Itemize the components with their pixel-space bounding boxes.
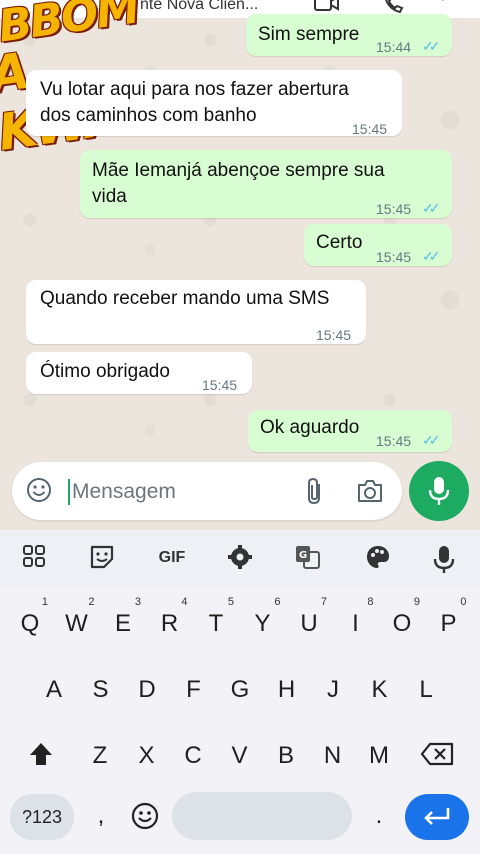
message-incoming[interactable]: Ótimo obrigado 15:45 xyxy=(26,352,252,394)
message-text: Mãe Iemanjá abençoe sempre sua vida xyxy=(92,160,385,207)
message-outgoing[interactable]: Certo 15:45 ✓✓ xyxy=(304,224,452,266)
key-r[interactable]: R4 xyxy=(149,596,191,648)
key-hint: 4 xyxy=(181,596,188,608)
comma-key[interactable]: , xyxy=(80,792,122,840)
key-hint: 2 xyxy=(88,596,95,608)
message-time: 15:45 xyxy=(376,433,412,449)
backspace-key[interactable] xyxy=(414,730,460,778)
message-text: Ok aguardo xyxy=(260,417,360,438)
message-incoming[interactable]: Vu lotar aqui para nos fazer abertura do… xyxy=(26,70,402,137)
key-v[interactable]: V xyxy=(219,732,261,780)
sticker-icon[interactable] xyxy=(88,544,116,572)
key-hint: 1 xyxy=(41,596,48,608)
soft-keyboard: GIF G Q1W2E3R4T5Y6U7I8O9P0 ASDFGHJKL ZXC… xyxy=(0,530,480,854)
message-outgoing[interactable]: Sim sempre 15:44 ✓✓ xyxy=(246,14,452,56)
contact-name[interactable]: nte Nova Clien... xyxy=(140,0,258,14)
key-i[interactable]: I8 xyxy=(335,596,377,648)
message-time: 15:45 xyxy=(316,327,352,343)
message-time: 15:45 xyxy=(352,121,388,137)
key-q[interactable]: Q1 xyxy=(9,596,51,648)
key-s[interactable]: S xyxy=(80,666,122,714)
voice-input-icon[interactable] xyxy=(426,541,462,577)
key-k[interactable]: K xyxy=(359,666,401,714)
message-text: Ótimo obrigado xyxy=(40,361,170,382)
key-t[interactable]: T5 xyxy=(195,596,237,648)
shift-key[interactable] xyxy=(20,730,62,778)
key-u[interactable]: U7 xyxy=(288,596,330,648)
emoji-key[interactable] xyxy=(124,792,166,840)
message-time: 15:45 xyxy=(202,377,238,393)
key-p[interactable]: P0 xyxy=(428,596,470,648)
key-h[interactable]: H xyxy=(266,666,308,714)
space-key[interactable] xyxy=(172,792,352,840)
message-time: 15:44 xyxy=(376,39,412,55)
key-f[interactable]: F xyxy=(173,666,215,714)
message-text: Quando receber mando uma SMS xyxy=(40,288,330,309)
key-hint: 6 xyxy=(274,596,281,608)
translate-icon[interactable]: G xyxy=(294,544,322,572)
key-j[interactable]: J xyxy=(312,666,354,714)
read-ticks-icon: ✓✓ xyxy=(422,38,441,54)
message-text: Vu lotar aqui para nos fazer abertura do… xyxy=(40,79,349,126)
message-input-bar[interactable]: Mensagem xyxy=(12,462,402,520)
enter-key[interactable] xyxy=(405,794,469,840)
key-hint: 8 xyxy=(367,596,374,608)
paperclip-icon[interactable] xyxy=(302,476,328,506)
key-hint: 7 xyxy=(320,596,327,608)
key-hint: 0 xyxy=(460,596,467,608)
read-ticks-icon: ✓✓ xyxy=(422,248,441,264)
period-key[interactable]: . xyxy=(358,792,400,840)
key-d[interactable]: D xyxy=(126,666,168,714)
settings-gear-icon[interactable] xyxy=(226,544,254,572)
read-ticks-icon: ✓✓ xyxy=(422,432,441,448)
emoji-icon[interactable] xyxy=(26,477,52,503)
key-w[interactable]: W2 xyxy=(56,596,98,648)
key-a[interactable]: A xyxy=(33,666,75,714)
apps-grid-icon[interactable] xyxy=(20,544,48,572)
key-hint: 5 xyxy=(227,596,234,608)
message-input[interactable]: Mensagem xyxy=(68,479,176,505)
read-ticks-icon: ✓✓ xyxy=(422,200,441,216)
message-text: Sim sempre xyxy=(258,24,360,45)
message-time: 15:45 xyxy=(376,201,412,217)
key-hint: 3 xyxy=(134,596,141,608)
gif-button[interactable]: GIF xyxy=(152,544,192,572)
key-n[interactable]: N xyxy=(312,732,354,780)
key-hint: 9 xyxy=(413,596,420,608)
mic-button[interactable] xyxy=(409,461,469,521)
key-l[interactable]: L xyxy=(405,666,447,714)
key-b[interactable]: B xyxy=(265,732,307,780)
symbols-key[interactable]: ?123 xyxy=(10,794,74,840)
message-text: Certo xyxy=(316,232,363,253)
key-x[interactable]: X xyxy=(126,732,168,780)
mic-icon xyxy=(428,477,450,505)
palette-icon[interactable] xyxy=(364,544,392,572)
svg-text:G: G xyxy=(299,550,307,561)
message-outgoing[interactable]: Mãe Iemanjá abençoe sempre sua vida 15:4… xyxy=(80,150,452,218)
key-z[interactable]: Z xyxy=(79,732,121,780)
key-y[interactable]: Y6 xyxy=(242,596,284,648)
camera-icon[interactable] xyxy=(356,478,384,504)
message-time: 15:45 xyxy=(376,249,412,265)
key-m[interactable]: M xyxy=(358,732,400,780)
key-c[interactable]: C xyxy=(172,732,214,780)
message-incoming[interactable]: Quando receber mando uma SMS 15:45 xyxy=(26,280,366,344)
message-outgoing[interactable]: Ok aguardo 15:45 ✓✓ xyxy=(248,410,452,452)
key-e[interactable]: E3 xyxy=(102,596,144,648)
key-o[interactable]: O9 xyxy=(381,596,423,648)
keyboard-toolbar: GIF G xyxy=(0,530,480,586)
key-g[interactable]: G xyxy=(219,666,261,714)
